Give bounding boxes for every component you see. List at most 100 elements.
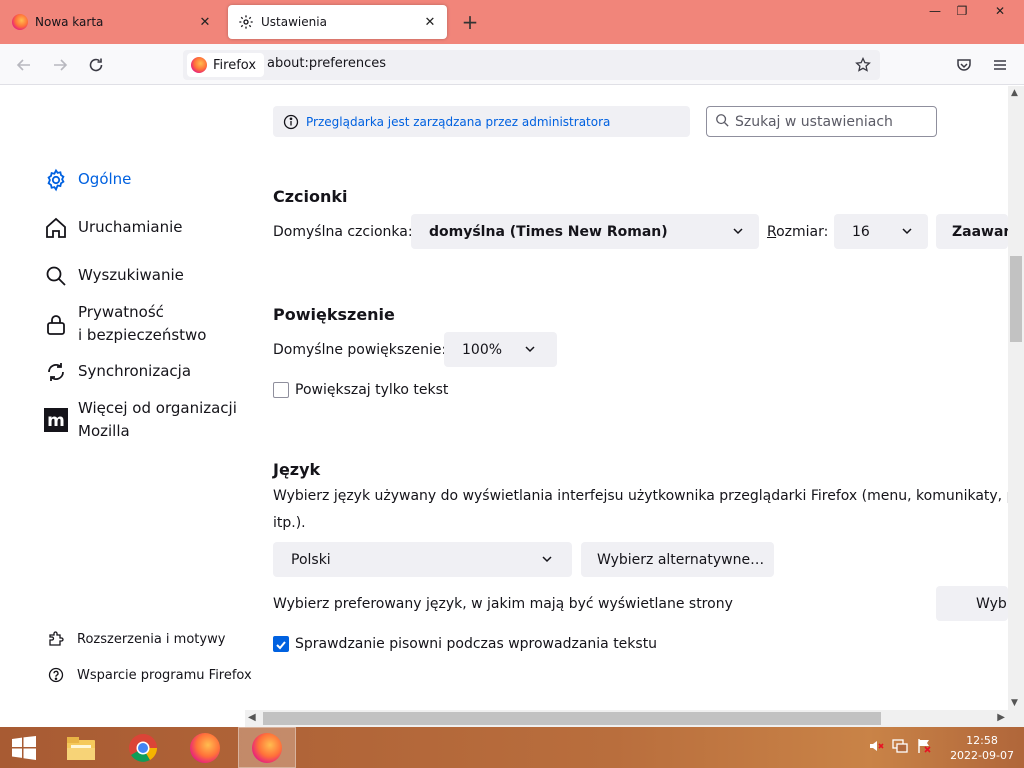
network-icon[interactable]: [892, 738, 908, 757]
scroll-up-icon[interactable]: ▲: [1011, 88, 1018, 98]
sidebar-item-privacy[interactable]: Prywatność i bezpieczeństwo: [44, 301, 206, 347]
zoom-text-only-checkbox[interactable]: [273, 382, 289, 398]
fonts-heading: Czcionki: [273, 187, 348, 206]
close-tab-icon[interactable]: ✕: [196, 13, 214, 31]
browser-language-dropdown[interactable]: Polski: [273, 542, 572, 577]
tab-ustawienia[interactable]: Ustawienia ✕: [228, 5, 447, 39]
chevron-down-icon: [542, 556, 552, 563]
url-bar[interactable]: Firefox about:preferences: [183, 50, 880, 80]
tab-label: Nowa karta: [35, 15, 104, 29]
sidebar-item-more-from-mozilla[interactable]: m Więcej od organizacji Mozilla: [44, 397, 237, 443]
sidebar-item-home[interactable]: Uruchamianie: [44, 216, 182, 240]
firefox-icon: [12, 14, 28, 30]
svg-text:m: m: [47, 411, 65, 431]
forward-button[interactable]: [47, 52, 73, 78]
close-window-button[interactable]: ✕: [985, 0, 1015, 22]
clock[interactable]: 12:58 2022-09-07: [950, 733, 1014, 763]
firefox-support-link[interactable]: Wsparcie programu Firefox: [47, 666, 252, 684]
gear-icon: [44, 168, 68, 192]
choose-page-language-button[interactable]: Wybierz…: [936, 586, 1008, 621]
navigation-toolbar: Firefox about:preferences: [0, 44, 1024, 85]
policy-banner-text: Przeglądarka jest zarządzana przez admin…: [306, 114, 611, 129]
scrollbar-corner: [1008, 710, 1024, 727]
search-input[interactable]: [735, 113, 925, 130]
scrollbar-thumb[interactable]: [1010, 256, 1022, 342]
hamburger-icon: [994, 60, 1006, 70]
chrome-icon: [129, 733, 157, 762]
spellcheck-label[interactable]: Sprawdzanie pisowni podczas wprowadzania…: [295, 636, 657, 652]
firefox-icon: [191, 57, 207, 73]
minimize-button[interactable]: —: [920, 0, 950, 22]
clock-date: 2022-09-07: [950, 748, 1014, 762]
horizontal-scrollbar[interactable]: ◀ ▶: [245, 710, 1008, 727]
scroll-left-icon[interactable]: ◀: [248, 712, 256, 723]
policy-banner-link[interactable]: Przeglądarka jest zarządzana przez admin…: [273, 106, 690, 137]
sync-icon: [44, 360, 68, 384]
tab-nowa-karta[interactable]: Nowa karta ✕: [2, 5, 222, 39]
home-icon: [44, 216, 68, 240]
identity-box[interactable]: Firefox: [187, 53, 265, 77]
chrome-taskbar-button[interactable]: [114, 727, 172, 768]
choose-alternative-languages-button[interactable]: Wybierz alternatywne…: [581, 542, 774, 577]
firefox-icon: [190, 732, 220, 763]
language-description-continued: itp.).: [273, 515, 306, 531]
preferences-page: Ogólne Uruchamianie Wyszukiwanie Prywatn…: [0, 86, 1008, 710]
preferred-language-label: Wybierz preferowany język, w jakim mają …: [273, 596, 733, 612]
default-font-dropdown[interactable]: domyślna (Times New Roman): [411, 214, 759, 249]
scroll-right-icon[interactable]: ▶: [997, 712, 1005, 723]
sidebar-item-label: Więcej od organizacji Mozilla: [78, 399, 237, 440]
arrow-left-icon: [16, 59, 30, 71]
tab-label: Ustawienia: [261, 15, 327, 29]
firefox-support-label: Wsparcie programu Firefox: [77, 667, 252, 683]
url-text[interactable]: about:preferences: [267, 56, 386, 71]
chevron-down-icon: [525, 346, 535, 353]
new-tab-button[interactable]: +: [459, 10, 481, 34]
default-font-label: Domyślna czcionka:: [273, 224, 413, 240]
folder-icon: [67, 736, 95, 760]
font-size-dropdown[interactable]: 16: [834, 214, 928, 249]
sidebar-item-label: Synchronizacja: [78, 362, 192, 380]
language-heading: Język: [273, 460, 321, 479]
file-explorer-taskbar-button[interactable]: [52, 727, 110, 768]
scroll-down-icon[interactable]: ▼: [1011, 698, 1018, 708]
default-zoom-dropdown[interactable]: 100%: [444, 332, 557, 367]
sidebar-item-general[interactable]: Ogólne: [44, 168, 131, 192]
action-center-flag-icon[interactable]: [916, 738, 932, 757]
bookmark-star-button[interactable]: [852, 54, 874, 76]
close-tab-icon[interactable]: ✕: [421, 13, 439, 31]
star-icon: [855, 57, 871, 72]
advanced-fonts-button[interactable]: Zaawansowane…: [936, 214, 1008, 249]
checkmark-icon: [276, 641, 286, 650]
sidebar-item-label: Ogólne: [78, 170, 132, 188]
spellcheck-checkbox[interactable]: [273, 636, 289, 652]
identity-label: Firefox: [213, 57, 257, 73]
volume-muted-icon[interactable]: [868, 738, 884, 757]
font-size-value: 16: [852, 223, 870, 240]
pocket-button[interactable]: [951, 52, 977, 78]
sidebar-item-sync[interactable]: Synchronizacja: [44, 360, 191, 384]
firefox-taskbar-button[interactable]: [176, 727, 234, 768]
default-font-value: domyślna (Times New Roman): [429, 223, 668, 240]
system-tray: 12:58 2022-09-07: [868, 727, 1014, 768]
default-zoom-value: 100%: [462, 341, 503, 358]
menu-button[interactable]: [987, 52, 1013, 78]
zoom-heading: Powiększenie: [273, 305, 395, 324]
reload-button[interactable]: [83, 52, 109, 78]
firefox-active-taskbar-button[interactable]: [238, 727, 296, 768]
arrow-right-icon: [54, 59, 68, 71]
chevron-down-icon: [902, 228, 912, 235]
windows-logo-icon: [12, 735, 36, 760]
extensions-themes-link[interactable]: Rozszerzenia i motywy: [47, 630, 225, 648]
sidebar-item-search[interactable]: Wyszukiwanie: [44, 264, 184, 288]
chevron-down-icon: [733, 228, 743, 235]
scrollbar-thumb[interactable]: [263, 712, 881, 725]
back-button[interactable]: [11, 52, 37, 78]
restore-button[interactable]: ❐: [947, 0, 977, 22]
start-button[interactable]: [0, 727, 48, 768]
vertical-scrollbar[interactable]: ▲ ▼: [1008, 86, 1024, 710]
search-preferences-field[interactable]: [706, 106, 937, 137]
sidebar-item-label: Prywatność i bezpieczeństwo: [78, 303, 207, 344]
puzzle-icon: [47, 630, 65, 648]
zoom-text-only-label[interactable]: Powiększaj tylko tekst: [295, 382, 448, 398]
mozilla-icon: m: [44, 408, 68, 432]
